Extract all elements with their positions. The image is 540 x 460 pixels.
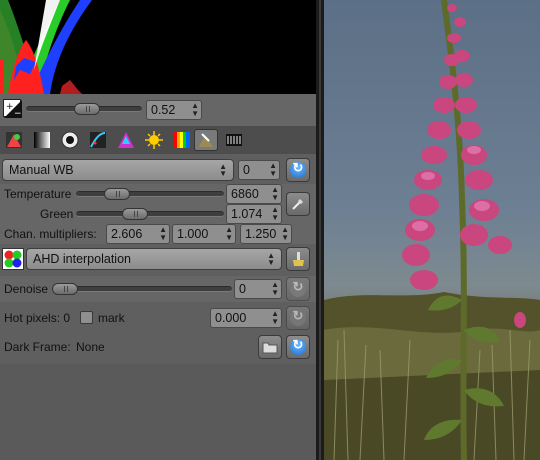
film-icon[interactable] — [222, 129, 246, 151]
denoise-label: Denoise — [4, 282, 49, 296]
pane-divider[interactable] — [316, 0, 324, 460]
interpolation-select[interactable]: AHD interpolation ▲ ▼ — [26, 248, 282, 270]
wb-picker-button[interactable] — [286, 192, 310, 216]
green-spin[interactable]: 1.074 ▲ ▼ — [226, 204, 282, 224]
green-slider[interactable] — [76, 208, 224, 220]
wb-mode-value: Manual WB — [9, 163, 74, 177]
svg-text:+: + — [6, 102, 14, 112]
refresh-icon — [290, 337, 306, 355]
green-slider-knob[interactable] — [122, 208, 148, 220]
dark-frame-reset-button[interactable] — [286, 335, 310, 359]
chan-blue-value: 1.250 — [245, 227, 277, 241]
image-preview[interactable] — [324, 0, 540, 460]
temperature-slider[interactable] — [76, 188, 224, 200]
temperature-value: 6860 — [231, 187, 259, 201]
chan-multipliers-row: Chan. multipliers: 2.606 ▲ ▼ 1.000 ▲ ▼ 1.2… — [0, 224, 316, 244]
zoom-icon[interactable] — [194, 129, 218, 151]
dark-frame-label: Dark Frame: — [4, 340, 71, 354]
denoise-slider-knob[interactable] — [52, 283, 78, 295]
tool-tabs — [0, 126, 316, 154]
interpolation-value: AHD interpolation — [33, 252, 131, 266]
ufraw-window: + − 0.52 ▲ ▼ ↻ Manual WB ▲ ▼ 0 ▲ ▼ ↻ Tem… — [0, 0, 540, 460]
light-icon[interactable] — [142, 129, 166, 151]
chan-red-spin[interactable]: 2.606 ▲ ▼ — [106, 224, 170, 244]
grayscale-icon[interactable] — [30, 129, 54, 151]
foxglove-photo — [324, 0, 540, 460]
chan-green-spin[interactable]: 1.000 ▲ ▼ — [172, 224, 236, 244]
svg-text:−: − — [14, 109, 22, 118]
wb-reset-button[interactable] — [286, 158, 310, 182]
panel-empty-area — [0, 364, 316, 460]
denoise-spin[interactable]: 0 ▲ ▼ — [234, 279, 282, 299]
wb-fine-tune-value: 0 — [243, 163, 250, 177]
histogram — [0, 0, 316, 94]
exposure-spin[interactable]: 0.52 ▲ ▼ — [146, 100, 202, 120]
hot-pixels-label: Hot pixels: 0 — [4, 311, 71, 325]
spectrum-icon[interactable] — [170, 129, 194, 151]
refresh-icon — [290, 160, 306, 178]
hot-pixels-reset-button[interactable] — [286, 306, 310, 330]
wb-fine-tune-spin[interactable]: 0 ▲ ▼ — [238, 160, 280, 180]
curves-icon[interactable] — [86, 129, 110, 151]
exposure-icon: + − — [3, 99, 22, 119]
dark-frame-open-button[interactable] — [258, 335, 282, 359]
exposure-value: 0.52 — [151, 103, 176, 117]
green-label: Green — [40, 207, 74, 221]
raw-icon[interactable] — [2, 129, 26, 151]
wb-mode-row: Manual WB ▲ ▼ 0 ▲ ▼ — [0, 156, 316, 184]
interpolation-row: AHD interpolation ▲ ▼ — [0, 244, 316, 274]
exposure-slider-knob[interactable] — [74, 103, 100, 115]
controls-panel: + − 0.52 ▲ ▼ ↻ Manual WB ▲ ▼ 0 ▲ ▼ ↻ Tem… — [0, 0, 316, 460]
exposure-row: + − 0.52 ▲ ▼ — [0, 94, 316, 217]
exposure-slider[interactable] — [26, 103, 142, 115]
temperature-row: Temperature 6860 ▲ ▼ — [0, 184, 316, 204]
chan-red-value: 2.606 — [111, 227, 143, 241]
color-icon[interactable] — [114, 129, 138, 151]
chan-blue-spin[interactable]: 1.250 ▲ ▼ — [240, 224, 292, 244]
green-value: 1.074 — [231, 207, 263, 221]
refresh-icon — [290, 308, 306, 326]
denoise-row: Denoise 0 ▲ ▼ — [0, 276, 316, 302]
temperature-label: Temperature — [4, 187, 72, 201]
denoise-slider[interactable] — [52, 283, 232, 295]
hot-pixels-row: Hot pixels: 0 mark 0.000 ▲ ▼ — [0, 304, 316, 332]
dark-frame-row: Dark Frame: None — [0, 332, 316, 362]
dark-frame-value: None — [76, 340, 105, 354]
green-row: Green 1.074 ▲ ▼ — [0, 204, 316, 224]
temperature-slider-knob[interactable] — [104, 188, 130, 200]
bayer-icon — [2, 248, 24, 270]
hot-pixels-value: 0.000 — [215, 311, 247, 325]
histogram-graph — [0, 0, 92, 94]
mark-checkbox[interactable] — [80, 311, 93, 324]
chan-multipliers-label: Chan. multipliers: — [4, 227, 97, 241]
denoise-reset-button[interactable] — [286, 277, 310, 301]
eyedropper-icon — [292, 199, 303, 210]
lens-icon[interactable] — [58, 129, 82, 151]
hot-pixels-spin[interactable]: 0.000 ▲ ▼ — [210, 308, 282, 328]
mark-label: mark — [98, 311, 125, 325]
folder-icon — [262, 342, 278, 354]
broom-icon — [293, 252, 304, 266]
refresh-icon — [290, 279, 306, 297]
temperature-spin[interactable]: 6860 ▲ ▼ — [226, 184, 282, 204]
denoise-value: 0 — [239, 282, 246, 296]
smooth-button[interactable] — [286, 247, 310, 271]
wb-mode-select[interactable]: Manual WB ▲ ▼ — [2, 159, 234, 181]
chan-green-value: 1.000 — [177, 227, 209, 241]
